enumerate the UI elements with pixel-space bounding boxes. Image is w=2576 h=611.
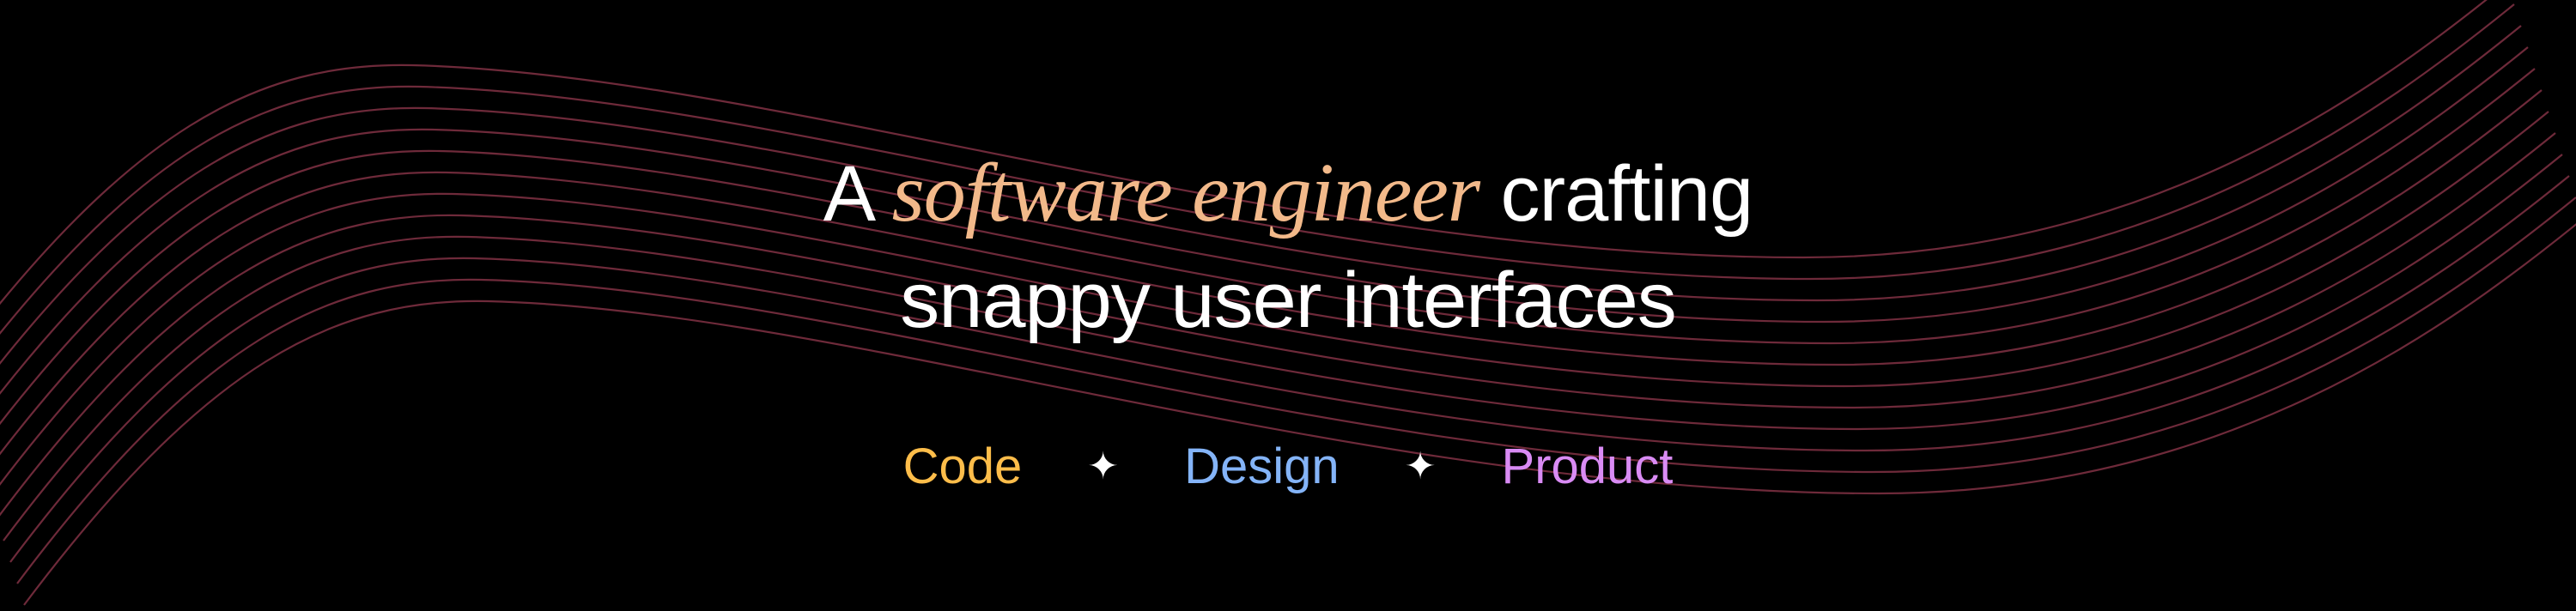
skill-tags: Code ✦ Design ✦ Product [0,438,2576,495]
wave-line [16,197,2576,584]
headline-prefix: A [823,150,872,238]
wave-line [0,46,2529,396]
four-point-star-icon: ✦ [1404,445,1437,487]
headline-emphasis: software engineer [891,147,1480,239]
tag-design: Design [1184,439,1340,494]
four-point-star-icon: ✦ [1087,445,1120,487]
headline-suffix: crafting [1500,150,1754,238]
headline-line-1: A software engineer crafting [0,151,2576,235]
tag-product: Product [1501,439,1674,494]
headline-line-2: snappy user interfaces [900,257,1677,344]
tag-code: Code [902,439,1023,494]
